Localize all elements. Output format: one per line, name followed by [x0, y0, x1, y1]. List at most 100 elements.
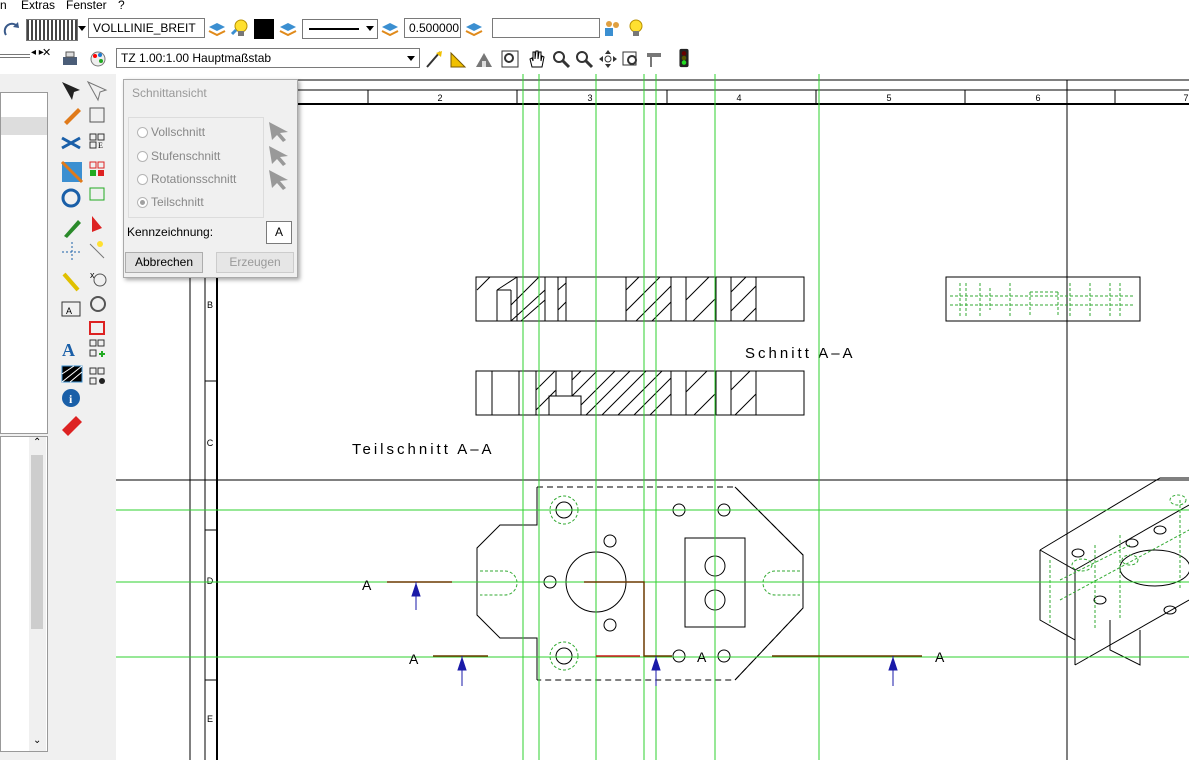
scroll-thumb[interactable] — [31, 455, 43, 629]
column-number: 7 — [1183, 93, 1188, 103]
column-number: 5 — [886, 93, 891, 103]
ruler-pen-icon[interactable] — [424, 49, 444, 69]
option-teilschnitt[interactable]: Teilschnitt — [135, 194, 260, 212]
redo-icon[interactable] — [2, 19, 22, 39]
kennzeichnung-label: Kennzeichnung: — [127, 225, 214, 239]
plan-hidden-lines — [480, 495, 800, 671]
section-arrows — [411, 582, 898, 686]
section-mark: A — [362, 577, 372, 593]
section-marks: A A A A — [362, 577, 945, 667]
building-icon[interactable] — [474, 49, 494, 69]
layer-stack-icon[interactable] — [464, 19, 484, 39]
option-label: Teilschnitt — [151, 195, 204, 209]
menu-item-extras[interactable]: Extras — [21, 0, 55, 11]
chevron-down-icon[interactable] — [78, 26, 86, 31]
isometric-view — [1039, 477, 1189, 666]
palette-icon[interactable] — [88, 49, 108, 69]
option-label: Vollschnitt — [151, 125, 206, 139]
hidden-line-view — [945, 276, 1141, 322]
section-view-dialog: Schnittansicht Vollschnitt Stufenschnitt… — [123, 79, 298, 278]
close-icon[interactable]: ✕ — [42, 46, 51, 59]
section-mark: A — [409, 651, 419, 667]
column-number: 4 — [736, 93, 741, 103]
line-style-dropdown[interactable] — [302, 19, 378, 39]
properties-panel[interactable]: ⌃ ⌄ — [0, 436, 48, 752]
menu-bar: n Extras Fenster ? — [0, 0, 1189, 14]
label-schnitt: Schnitt A–A — [745, 345, 856, 362]
zoom-in-icon[interactable] — [574, 49, 594, 69]
menu-item-help[interactable]: ? — [118, 0, 125, 11]
zoom-all-icon[interactable] — [598, 49, 618, 69]
zoom-window-icon[interactable] — [500, 49, 520, 69]
panel-gripper[interactable] — [0, 54, 30, 58]
flag-icon[interactable] — [644, 49, 664, 69]
left-panel: ⌃ ⌄ — [0, 74, 57, 760]
section-mark: A — [935, 649, 945, 665]
row-letter: E — [207, 714, 213, 724]
option-stufenschnitt[interactable]: Stufenschnitt — [135, 148, 260, 166]
radio-teilschnitt[interactable] — [137, 197, 148, 208]
tree-panel[interactable] — [0, 92, 48, 434]
tool-palette: E x A A i — [56, 74, 117, 760]
section-lines — [387, 581, 922, 657]
vertical-scrollbar[interactable]: ⌃ ⌄ — [29, 437, 46, 751]
row-letter: D — [207, 576, 214, 586]
line-style-preview — [309, 28, 359, 30]
line-pattern-dropdown[interactable] — [26, 19, 78, 41]
line-width-field[interactable]: 0.500000 — [404, 18, 461, 38]
color-swatch[interactable] — [254, 19, 274, 39]
toolbar-view: ◂ ▸ ✕ TZ 1.00:1.00 Hauptmaßstab — [0, 44, 1189, 75]
create-button[interactable]: Erzeugen — [216, 252, 294, 273]
svg-text:A: A — [66, 306, 72, 316]
traffic-light-icon[interactable] — [674, 48, 694, 68]
column-number: 3 — [587, 93, 592, 103]
triangle-ruler-icon[interactable] — [449, 49, 469, 69]
tree-selected-row[interactable] — [1, 117, 47, 135]
chevron-down-icon — [366, 26, 374, 31]
scroll-down-icon[interactable]: ⌄ — [33, 735, 41, 746]
row-letter: B — [207, 300, 213, 310]
scroll-up-icon[interactable]: ⌃ — [33, 437, 41, 448]
svg-text:E: E — [98, 141, 103, 150]
radio-stufenschnitt[interactable] — [137, 151, 148, 162]
layer-stack-icon[interactable] — [380, 19, 400, 39]
menu-item-n[interactable]: n — [0, 0, 7, 11]
isometric-hidden-lines — [1049, 494, 1189, 630]
zoom-out-icon[interactable] — [551, 49, 571, 69]
option-label: Stufenschnitt — [151, 149, 221, 163]
layer-stack-icon[interactable] — [207, 19, 227, 39]
section-view-upper — [475, 276, 805, 322]
section-mark: A — [697, 649, 707, 665]
menu-item-fenster[interactable]: Fenster — [66, 0, 107, 11]
section-type-group: Vollschnitt Stufenschnitt Rotationsschni… — [128, 117, 264, 218]
section-view-partial — [475, 370, 805, 416]
radio-rotationsschnitt[interactable] — [137, 174, 148, 185]
layer-stack-icon[interactable] — [278, 19, 298, 39]
row-letter: C — [207, 438, 214, 448]
text-field[interactable] — [492, 18, 600, 38]
svg-text:A: A — [62, 340, 75, 360]
scale-select[interactable]: TZ 1.00:1.00 Hauptmaßstab — [116, 48, 420, 68]
toolbar-attributes: VOLLLINIE_BREIT 0.500000 — [0, 14, 1189, 44]
printer-icon[interactable] — [60, 49, 80, 69]
plan-view — [476, 486, 804, 681]
line-type-field[interactable]: VOLLLINIE_BREIT — [88, 18, 205, 38]
chevron-down-icon[interactable] — [407, 56, 415, 61]
cancel-button[interactable]: Abbrechen — [125, 252, 203, 273]
option-vollschnitt[interactable]: Vollschnitt — [135, 124, 260, 142]
column-number: 2 — [437, 93, 442, 103]
option-rotationsschnitt[interactable]: Rotationsschnitt — [135, 171, 260, 189]
kennzeichnung-field[interactable]: A — [266, 221, 292, 244]
users-icon[interactable] — [602, 18, 622, 38]
dialog-title: Schnittansicht — [132, 86, 207, 100]
option-label: Rotationsschnitt — [151, 172, 237, 186]
label-teilschnitt: Teilschnitt A–A — [352, 441, 495, 458]
lightbulb-icon[interactable] — [625, 18, 645, 38]
pan-hand-icon[interactable] — [526, 49, 546, 69]
row-letters: B C D E — [207, 300, 214, 724]
tool-icons[interactable]: E x A A i — [58, 78, 114, 438]
zoom-previous-icon[interactable] — [621, 49, 641, 69]
pick-arrow-icons[interactable] — [266, 120, 292, 190]
lightbulb-icon[interactable] — [230, 18, 250, 38]
radio-vollschnitt[interactable] — [137, 127, 148, 138]
